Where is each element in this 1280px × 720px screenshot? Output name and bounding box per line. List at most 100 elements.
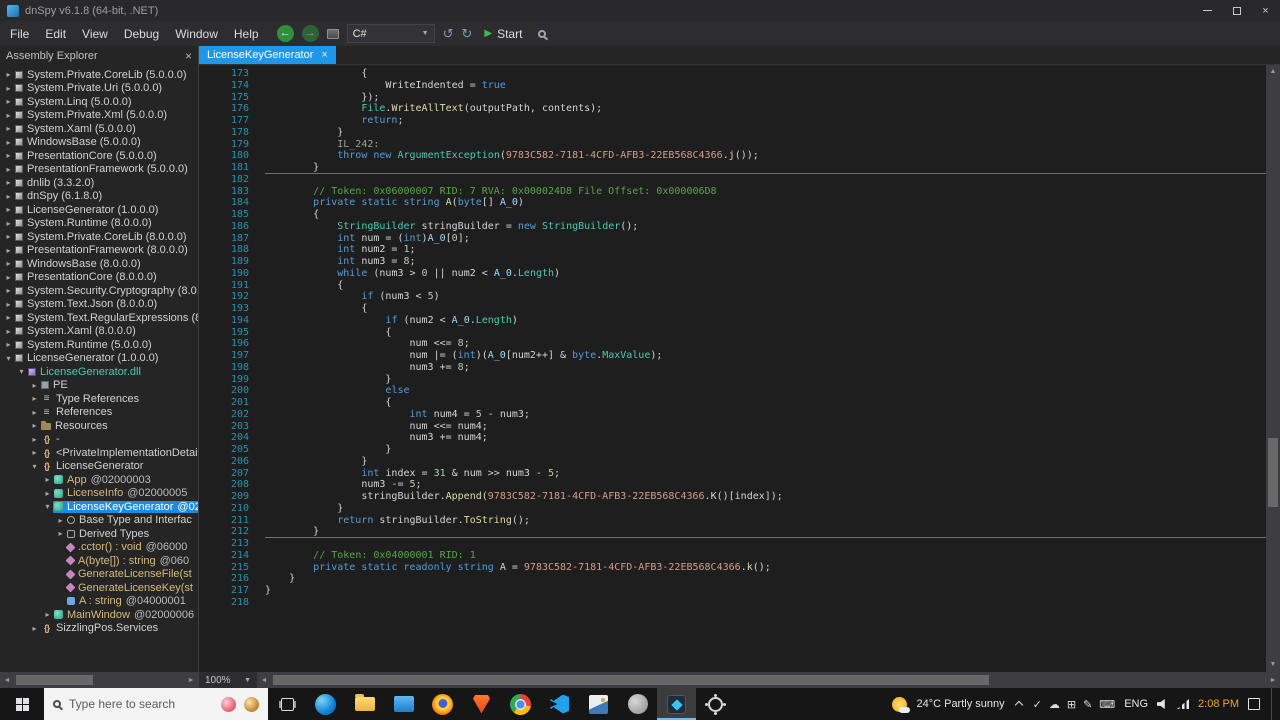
search-assemblies-icon[interactable] (538, 29, 547, 38)
taskbar-app-brave[interactable] (462, 688, 501, 720)
show-desktop-button[interactable] (1271, 688, 1276, 720)
taskbar-search[interactable]: Type here to search (44, 688, 268, 720)
tree-item[interactable]: ▸ PresentationFramework (8.0.0.0) (0, 244, 198, 258)
tree-item[interactable]: A(byte[]) : string @060 (0, 554, 198, 568)
tree-expander-icon[interactable]: ▾ (42, 502, 53, 511)
tree-item[interactable]: ▸ System.Security.Cryptography (8.0.0. (0, 284, 198, 298)
network-icon[interactable] (1177, 699, 1190, 709)
tree-expander-icon[interactable]: ▾ (16, 367, 27, 376)
tree-item[interactable]: ▾ LicenseKeyGenerator @02 (0, 500, 198, 514)
tree-item[interactable]: ▸ Derived Types (0, 527, 198, 541)
start-debug-button[interactable]: ▶ Start (480, 27, 526, 41)
tree-item[interactable]: ▸ Resources (0, 419, 198, 433)
tree-expander-icon[interactable]: ▸ (42, 475, 53, 484)
tree-item[interactable]: ▸ Base Type and Interfac (0, 514, 198, 528)
tree-item[interactable]: ▸ WindowsBase (5.0.0.0) (0, 136, 198, 150)
maximize-button[interactable] (1222, 0, 1251, 21)
navigate-back-button[interactable]: ← (276, 25, 294, 42)
tree-item[interactable]: A : string @04000001 (0, 595, 198, 609)
tree-expander-icon[interactable]: ▸ (3, 138, 14, 147)
tree-expander-icon[interactable]: ▸ (29, 408, 40, 417)
tree-expander-icon[interactable]: ▸ (3, 340, 14, 349)
start-button[interactable] (0, 688, 44, 720)
taskbar-app-dnspy[interactable] (657, 688, 696, 720)
tree-expander-icon[interactable]: ▸ (29, 381, 40, 390)
editor-vscrollbar[interactable]: ▲ ▼ (1266, 65, 1280, 672)
editor-vscroll-track[interactable] (1266, 79, 1280, 658)
tree-expander-icon[interactable]: ▸ (29, 435, 40, 444)
language-indicator[interactable]: ENG (1124, 698, 1148, 710)
tree-item[interactable]: ▸ PresentationCore (8.0.0.0) (0, 271, 198, 285)
action-center-icon[interactable] (1248, 698, 1260, 710)
taskbar-app-photos[interactable] (579, 688, 618, 720)
tree-expander-icon[interactable]: ▸ (3, 111, 14, 120)
tree-expander-icon[interactable]: ▾ (29, 462, 40, 471)
tree-expander-icon[interactable]: ▸ (3, 70, 14, 79)
tree-item[interactable]: ▸ dnlib (3.3.2.0) (0, 176, 198, 190)
tree-item[interactable]: ▸ System.Xaml (5.0.0.0) (0, 122, 198, 136)
taskbar-app-settings[interactable] (696, 688, 735, 720)
scroll-right-icon[interactable]: ► (184, 677, 198, 684)
tree-expander-icon[interactable]: ▸ (3, 219, 14, 228)
tree-item[interactable]: ▸ MainWindow @02000006 (0, 608, 198, 622)
tree-item[interactable]: GenerateLicenseFile(st (0, 568, 198, 582)
tree-expander-icon[interactable]: ▸ (29, 448, 40, 457)
taskbar-app-chrome[interactable] (501, 688, 540, 720)
taskbar-app-vscode[interactable] (540, 688, 579, 720)
panel-close-icon[interactable]: × (185, 49, 192, 63)
language-combobox[interactable]: C# ▼ (346, 24, 435, 43)
tree-item[interactable]: ▸ PresentationFramework (5.0.0.0) (0, 163, 198, 177)
tree-item[interactable]: ▸ WindowsBase (8.0.0.0) (0, 257, 198, 271)
tree-expander-icon[interactable]: ▸ (3, 205, 14, 214)
weather-icon[interactable] (892, 696, 911, 713)
tree-expander-icon[interactable]: ▸ (3, 327, 14, 336)
navigate-forward-button[interactable]: → (301, 25, 319, 42)
tree-item[interactable]: ▸ System.Xaml (8.0.0.0) (0, 325, 198, 339)
menu-window[interactable]: Window (167, 27, 226, 41)
tree-item[interactable]: ▸ System.Private.CoreLib (8.0.0.0) (0, 230, 198, 244)
scroll-down-icon[interactable]: ▼ (1266, 658, 1280, 672)
tree-expander-icon[interactable]: ▸ (29, 394, 40, 403)
tree-expander-icon[interactable]: ▸ (3, 84, 14, 93)
editor-vscroll-thumb[interactable] (1268, 437, 1278, 508)
tree-item[interactable]: ▸ System.Private.Xml (5.0.0.0) (0, 109, 198, 123)
editor-hscroll-track[interactable] (271, 672, 1266, 688)
tree-item[interactable]: ▸ System.Runtime (8.0.0.0) (0, 217, 198, 231)
tree-item[interactable]: ▸ SizzlingPos.Services (0, 622, 198, 636)
tree-item[interactable]: ▸ PE (0, 379, 198, 393)
tree-hscrollbar[interactable]: ◄ ► (0, 672, 198, 688)
tree-item[interactable]: ▸ System.Private.Uri (5.0.0.0) (0, 82, 198, 96)
menu-debug[interactable]: Debug (116, 27, 167, 41)
editor-hscroll-thumb[interactable] (273, 675, 990, 685)
tree-item[interactable]: ▾ LicenseGenerator (1.0.0.0) (0, 352, 198, 366)
taskbar-app-firefox[interactable] (423, 688, 462, 720)
close-button[interactable]: × (1251, 0, 1280, 21)
menu-file[interactable]: File (2, 27, 37, 41)
tree-expander-icon[interactable]: ▸ (3, 178, 14, 187)
tree-expander-icon[interactable]: ▸ (3, 313, 14, 322)
tree-expander-icon[interactable]: ▸ (3, 246, 14, 255)
tree-expander-icon[interactable]: ▾ (3, 354, 14, 363)
tree-item[interactable]: ▸ LicenseGenerator (1.0.0.0) (0, 203, 198, 217)
scroll-left-icon[interactable]: ◄ (257, 677, 271, 684)
tree-expander-icon[interactable]: ▸ (3, 273, 14, 282)
tree-expander-icon[interactable]: ▸ (42, 489, 53, 498)
menu-help[interactable]: Help (226, 27, 267, 41)
tree-item[interactable]: ▸ System.Private.CoreLib (5.0.0.0) (0, 68, 198, 82)
tree-item[interactable]: ▸ <PrivateImplementationDetai (0, 446, 198, 460)
scroll-left-icon[interactable]: ◄ (0, 677, 14, 684)
taskbar-app-file-explorer[interactable] (345, 688, 384, 720)
tree-expander-icon[interactable]: ▸ (3, 232, 14, 241)
tree-expander-icon[interactable]: ▸ (29, 624, 40, 633)
open-file-icon[interactable] (326, 28, 339, 39)
shield-check-icon[interactable]: ✓ (1033, 698, 1042, 711)
taskbar-app-app-gray[interactable] (618, 688, 657, 720)
tree-item[interactable]: ▸ System.Linq (5.0.0.0) (0, 95, 198, 109)
tree-expander-icon[interactable]: ▸ (55, 529, 66, 538)
volume-icon[interactable] (1157, 698, 1165, 710)
tree-expander-icon[interactable]: ▸ (3, 151, 14, 160)
clock[interactable]: 2:08 PM (1198, 698, 1239, 710)
tree-item[interactable]: ▸ System.Text.RegularExpressions (8.0. (0, 311, 198, 325)
scroll-right-icon[interactable]: ► (1266, 677, 1280, 684)
menu-view[interactable]: View (74, 27, 116, 41)
